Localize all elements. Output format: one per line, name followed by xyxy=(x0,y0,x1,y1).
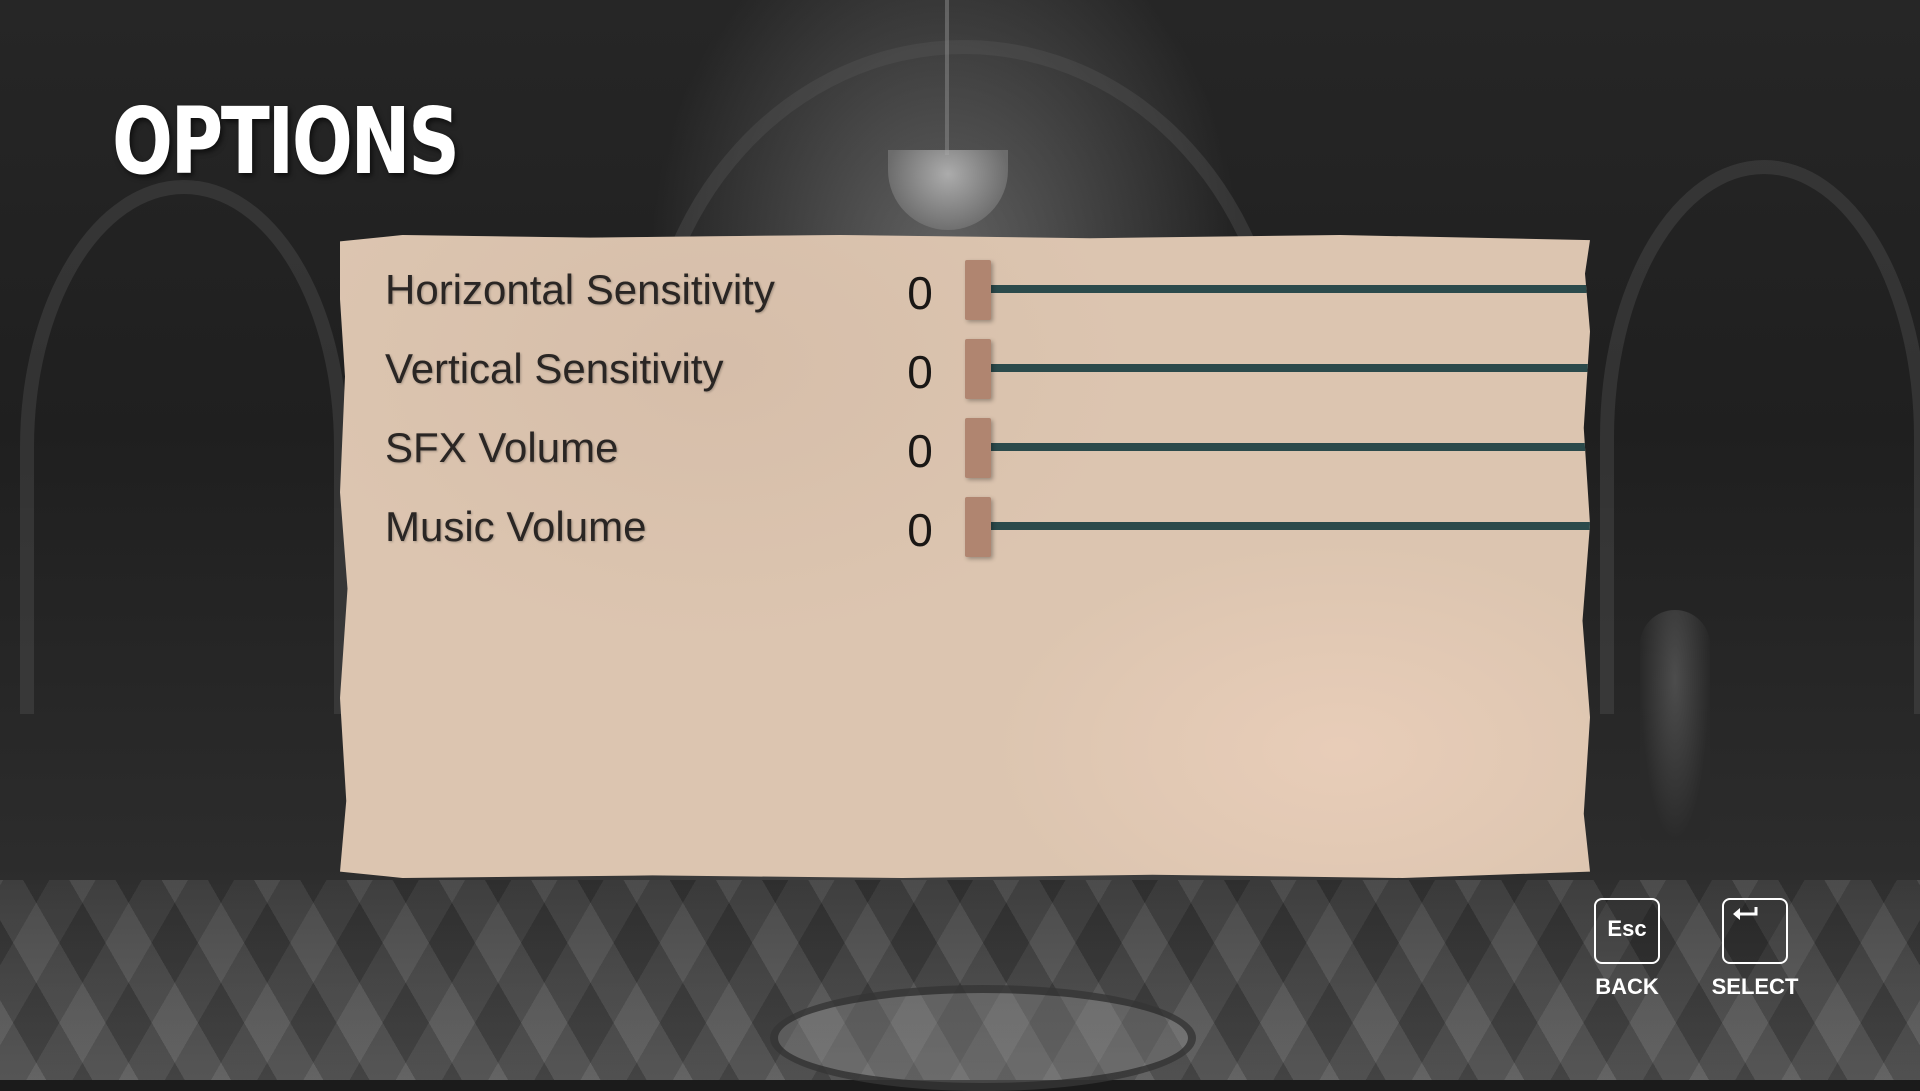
option-value: 0 xyxy=(907,267,933,319)
option-label: Vertical Sensitivity xyxy=(385,345,724,392)
slider-track[interactable] xyxy=(985,364,1590,372)
back-label: BACK xyxy=(1595,974,1659,999)
option-row-horizontal-sensitivity[interactable]: Horizontal Sensitivity 0 xyxy=(385,260,1590,320)
option-label: Music Volume xyxy=(385,503,647,550)
return-arrow-icon xyxy=(1733,907,1758,920)
option-row-vertical-sensitivity[interactable]: Vertical Sensitivity 0 xyxy=(385,339,1590,399)
chandelier-chain xyxy=(945,0,949,155)
sfx-volume-slider[interactable] xyxy=(965,418,1590,478)
option-label: SFX Volume xyxy=(385,424,619,471)
slider-track[interactable] xyxy=(985,522,1590,530)
music-volume-slider[interactable] xyxy=(965,497,1590,557)
floor-medallion xyxy=(770,985,1196,1091)
slider-track[interactable] xyxy=(985,443,1590,451)
page-title: OPTIONS xyxy=(112,88,460,195)
select-label: SELECT xyxy=(1711,974,1799,999)
option-row-music-volume[interactable]: Music Volume 0 xyxy=(385,497,1590,557)
option-row-sfx-volume[interactable]: SFX Volume 0 xyxy=(385,418,1590,478)
enter-key-icon[interactable] xyxy=(1722,898,1788,964)
options-panel: Horizontal Sensitivity 0 Vertical Sensit… xyxy=(340,235,1590,878)
option-label: Horizontal Sensitivity xyxy=(385,266,775,313)
vertical-sensitivity-slider[interactable] xyxy=(965,339,1590,399)
horizontal-sensitivity-slider[interactable] xyxy=(965,260,1590,320)
select-control[interactable]: SELECT xyxy=(1705,898,1805,1000)
back-control[interactable]: Esc BACK xyxy=(1577,898,1677,1000)
option-value: 0 xyxy=(907,504,933,556)
slider-thumb[interactable] xyxy=(965,418,991,478)
armor-statue xyxy=(1640,610,1710,840)
option-value: 0 xyxy=(907,346,933,398)
slider-thumb[interactable] xyxy=(965,339,991,399)
esc-key-icon[interactable]: Esc xyxy=(1594,898,1660,964)
background-arch xyxy=(20,180,348,714)
slider-thumb[interactable] xyxy=(965,497,991,557)
slider-track[interactable] xyxy=(985,285,1590,293)
option-value: 0 xyxy=(907,425,933,477)
slider-thumb[interactable] xyxy=(965,260,991,320)
